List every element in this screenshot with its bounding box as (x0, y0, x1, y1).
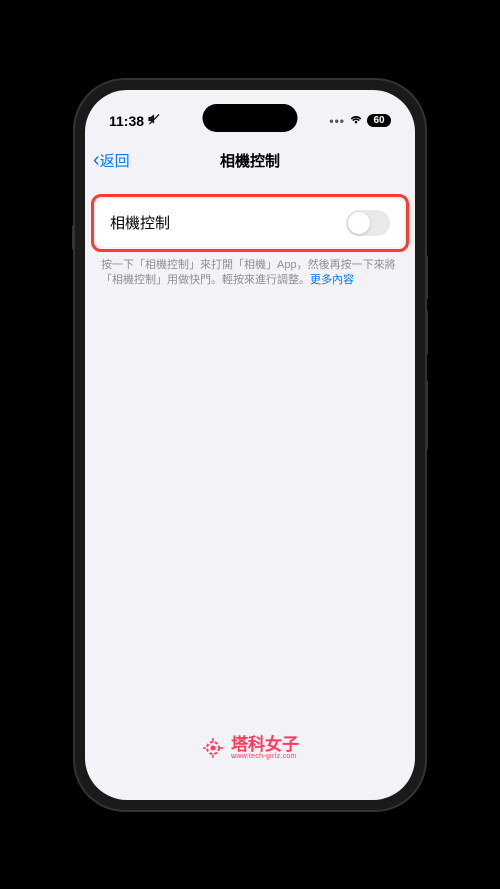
settings-content: 相機控制 按一下「相機控制」來打開「相機」App，然後再按一下來將「相機控制」用… (85, 182, 415, 289)
camera-control-label: 相機控制 (110, 212, 170, 233)
page-title: 相機控制 (220, 150, 280, 171)
navigation-bar: ‹ 返回 相機控制 (85, 140, 415, 182)
watermark-url: www.tech-girlz.com (231, 753, 299, 760)
more-info-link[interactable]: 更多內容 (310, 274, 354, 286)
cellular-icon: ••• (329, 114, 345, 128)
watermark-text: 塔科女子 www.tech-girlz.com (231, 736, 299, 760)
camera-control-toggle[interactable] (346, 210, 390, 236)
phone-volume-down (425, 310, 428, 355)
status-bar-left: 11:38 (109, 113, 160, 129)
setting-description: 按一下「相機控制」來打開「相機」App，然後再按一下來將「相機控制」用做快門。輕… (85, 252, 415, 289)
watermark-brand: 塔科女子 (231, 736, 299, 753)
watermark-logo-icon (201, 736, 225, 760)
camera-control-row[interactable]: 相機控制 (96, 199, 404, 247)
phone-screen: 11:38 ••• 60 ‹ (85, 90, 415, 800)
phone-volume-up (425, 255, 428, 300)
dynamic-island (203, 104, 298, 132)
chevron-left-icon: ‹ (93, 149, 100, 172)
phone-frame: 11:38 ••• 60 ‹ (75, 80, 425, 810)
back-button[interactable]: ‹ 返回 (93, 149, 130, 172)
wifi-icon (349, 114, 363, 128)
toggle-knob (348, 212, 370, 234)
status-bar-right: ••• 60 (329, 114, 391, 128)
battery-level: 60 (367, 114, 391, 127)
status-time: 11:38 (109, 113, 144, 129)
phone-power-button (425, 380, 428, 450)
silent-mode-icon (148, 113, 160, 128)
back-label: 返回 (100, 150, 130, 171)
highlight-annotation: 相機控制 (91, 194, 409, 252)
watermark: 塔科女子 www.tech-girlz.com (201, 736, 299, 760)
phone-side-button (72, 225, 75, 250)
